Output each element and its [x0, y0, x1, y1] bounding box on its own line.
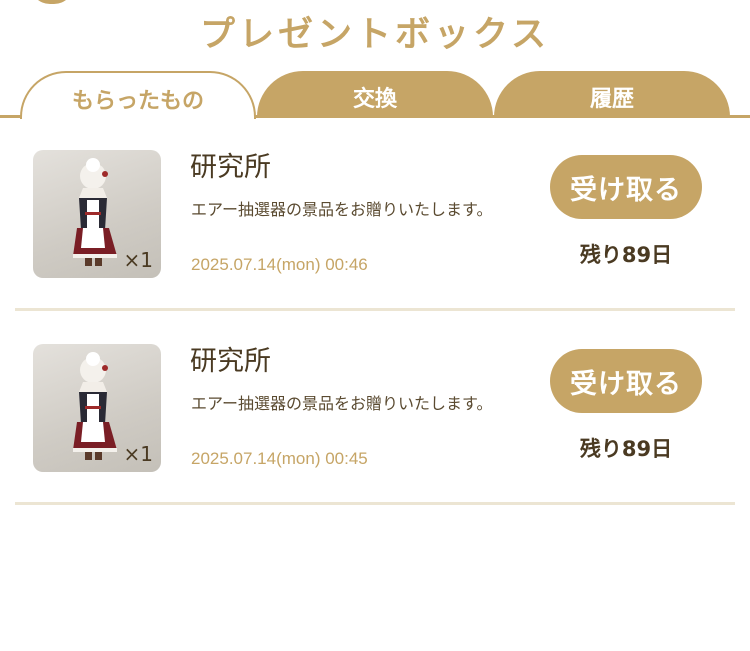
item-message: エアー抽選器の景品をお贈りいたします。 — [191, 394, 493, 413]
tab-received[interactable]: もらったもの — [20, 71, 256, 119]
tab-history[interactable]: 履歴 — [494, 71, 730, 117]
item-thumbnail: ×1 — [33, 150, 161, 278]
item-quantity: ×1 — [123, 248, 153, 272]
item-sender: 研究所 — [190, 152, 271, 183]
tab-exchange[interactable]: 交換 — [257, 71, 493, 117]
item-sender: 研究所 — [190, 346, 271, 377]
item-message: エアー抽選器の景品をお贈りいたします。 — [191, 200, 493, 219]
item-quantity: ×1 — [123, 442, 153, 466]
item-date: 2025.07.14(mon) 00:46 — [191, 255, 368, 274]
remaining-days: 残り89日 — [579, 243, 673, 267]
page-title: プレゼントボックス — [200, 15, 550, 55]
tab-bar: もらったもの 交換 履歴 — [0, 70, 750, 119]
item-thumbnail: ×1 — [33, 344, 161, 472]
receive-button[interactable]: 受け取る — [550, 155, 702, 219]
item-divider — [15, 502, 735, 505]
item-date: 2025.07.14(mon) 00:45 — [191, 449, 368, 468]
header-ornament — [30, 0, 74, 4]
present-item: ×1 研究所 エアー抽選器の景品をお贈りいたします。 2025.07.14(mo… — [0, 311, 750, 505]
receive-button[interactable]: 受け取る — [550, 349, 702, 413]
present-item: ×1 研究所 エアー抽選器の景品をお贈りいたします。 2025.07.14(mo… — [0, 117, 750, 311]
remaining-days: 残り89日 — [579, 437, 673, 461]
